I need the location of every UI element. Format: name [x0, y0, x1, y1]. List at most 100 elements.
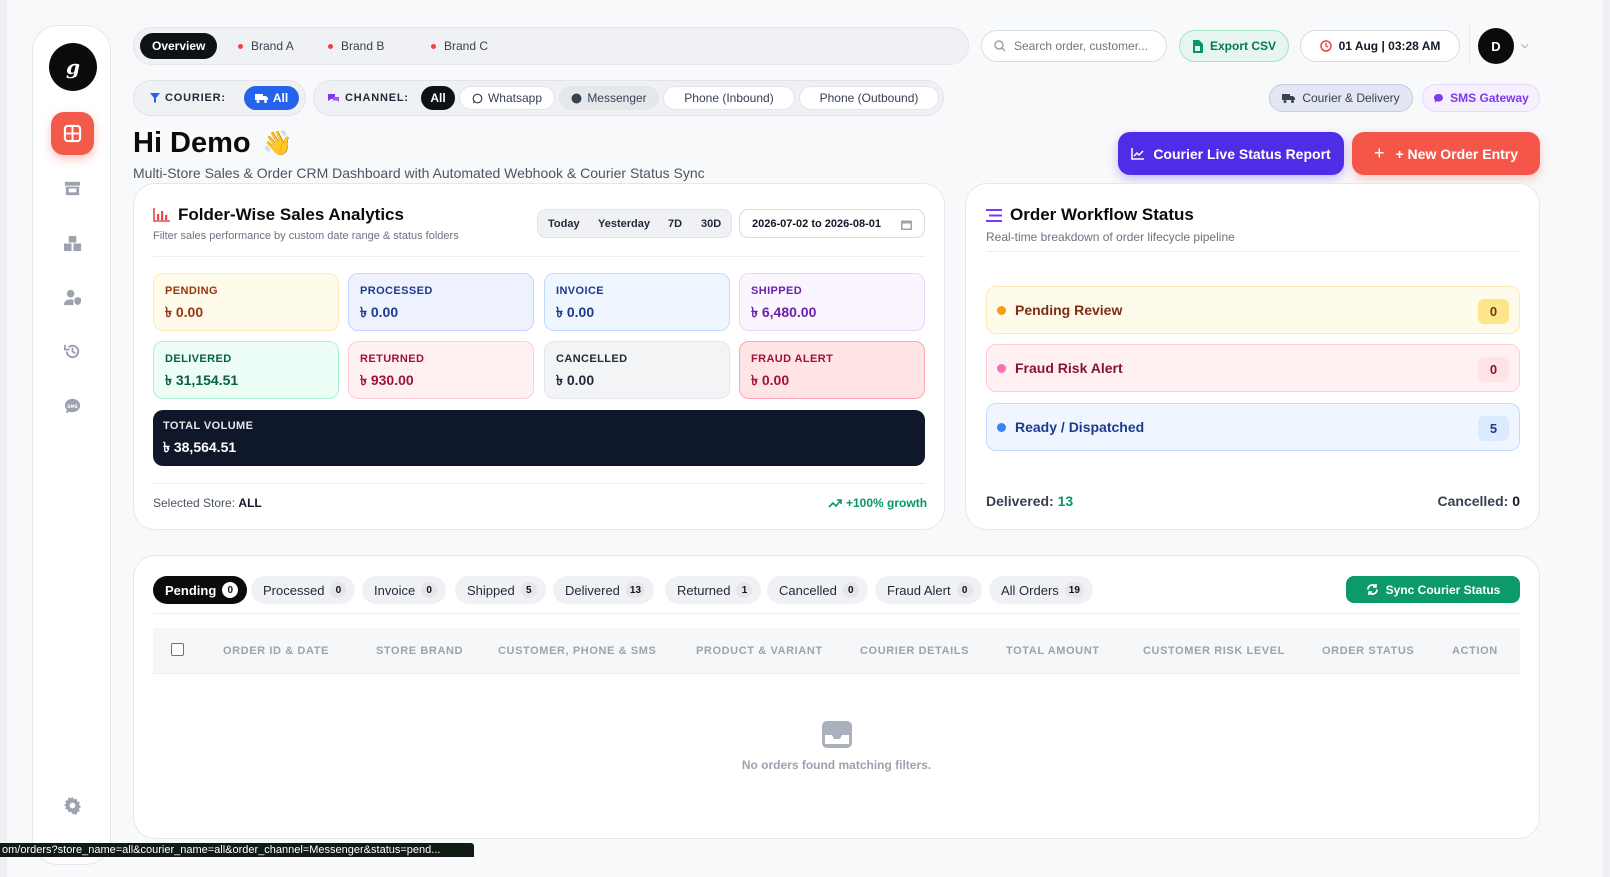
- range-30d[interactable]: 30D: [701, 218, 721, 230]
- stat-label: INVOICE: [556, 285, 605, 297]
- nav-inventory[interactable]: [51, 222, 94, 265]
- tab-brand-c-label: Brand C: [444, 39, 489, 53]
- col-store-brand[interactable]: STORE BRAND: [376, 645, 463, 657]
- courier-all-chip[interactable]: All: [244, 86, 299, 110]
- sync-courier-status-button[interactable]: Sync Courier Status: [1346, 576, 1520, 603]
- stat-fraud-alert[interactable]: FRAUD ALERT ৳ 0.00: [739, 341, 925, 399]
- nav-history[interactable]: [51, 330, 94, 373]
- refresh-icon: [1366, 584, 1378, 595]
- stat-cancelled[interactable]: CANCELLED ৳ 0.00: [544, 341, 730, 399]
- tab-label: Invoice: [374, 582, 416, 598]
- range-yesterday[interactable]: Yesterday: [598, 218, 650, 230]
- line-chart-icon: [1131, 147, 1145, 160]
- stat-pending[interactable]: PENDING ৳ 0.00: [153, 273, 339, 331]
- stat-delivered[interactable]: DELIVERED ৳ 31,154.51: [153, 341, 339, 399]
- search-input[interactable]: [1014, 39, 1154, 53]
- workflow-row-ready-dispatched[interactable]: Ready / Dispatched 5: [986, 403, 1520, 451]
- courier-filter: COURIER: All: [133, 80, 306, 116]
- stat-invoice[interactable]: INVOICE ৳ 0.00: [544, 273, 730, 331]
- sidebar: g SMS: [32, 25, 111, 865]
- selected-store-label: Selected Store:: [153, 496, 236, 510]
- channel-phone-outbound-chip[interactable]: Phone (Outbound): [799, 86, 939, 110]
- export-csv-button[interactable]: Export CSV: [1179, 30, 1289, 62]
- nav-dashboard[interactable]: [51, 112, 94, 155]
- nav-settings[interactable]: [51, 784, 94, 827]
- tab-label: Pending: [165, 582, 217, 598]
- col-action[interactable]: ACTION: [1452, 645, 1498, 657]
- tab-count-badge: 0: [222, 582, 239, 598]
- date-range-picker[interactable]: 2026-07-02 to 2026-08-01: [739, 209, 925, 238]
- channel-messenger-chip[interactable]: Messenger: [559, 86, 659, 110]
- tab-overview[interactable]: Overview: [140, 33, 218, 59]
- sms-gateway-button[interactable]: SMS Gateway: [1422, 84, 1540, 112]
- chat-bubbles-icon: [328, 93, 339, 102]
- tab-pending[interactable]: Pending 0: [153, 576, 248, 604]
- stat-returned[interactable]: RETURNED ৳ 930.00: [348, 341, 534, 399]
- messenger-icon: [571, 93, 582, 103]
- nav-sms[interactable]: SMS: [51, 385, 94, 428]
- tab-count-badge: 5: [520, 582, 537, 598]
- tab-invoice[interactable]: Invoice 0: [362, 576, 447, 604]
- page-scrollbar[interactable]: [1603, 0, 1610, 877]
- range-7d[interactable]: 7D: [668, 218, 682, 230]
- svg-text:SMS: SMS: [67, 404, 77, 410]
- status-dot-icon: [997, 305, 1006, 315]
- stat-processed[interactable]: PROCESSED ৳ 0.00: [348, 273, 534, 331]
- datetime-text: 01 Aug | 03:28 AM: [1338, 39, 1441, 53]
- stat-shipped[interactable]: SHIPPED ৳ 6,480.00: [739, 273, 925, 331]
- plus-icon: +: [1373, 143, 1385, 163]
- tab-fraud-alert[interactable]: Fraud Alert 0: [875, 576, 982, 604]
- truck-icon: [254, 94, 268, 103]
- channel-whatsapp-chip[interactable]: Whatsapp: [459, 86, 555, 110]
- tab-processed[interactable]: Processed 0: [251, 576, 356, 604]
- select-all-checkbox[interactable]: [171, 643, 184, 656]
- tab-brand-a[interactable]: Brand A: [226, 33, 306, 59]
- user-avatar[interactable]: D: [1478, 28, 1514, 64]
- order-workflow-title: Order Workflow Status: [986, 205, 1194, 225]
- courier-delivery-button[interactable]: Courier & Delivery: [1269, 84, 1413, 112]
- stat-value: ৳ 0.00: [360, 304, 399, 320]
- brand-logo[interactable]: g: [49, 43, 97, 91]
- sms-chat-icon: [1434, 93, 1444, 102]
- tab-label: Shipped: [467, 582, 515, 598]
- delivered-summary-value: 13: [1057, 493, 1074, 509]
- tab-returned[interactable]: Returned 1: [665, 576, 762, 604]
- tab-label: Fraud Alert: [887, 582, 951, 598]
- stat-value: ৳ 0.00: [556, 304, 595, 320]
- orders-divider: [153, 613, 1520, 614]
- workflow-row-fraud-risk-alert[interactable]: Fraud Risk Alert 0: [986, 344, 1520, 392]
- col-courier-details[interactable]: COURIER DETAILS: [860, 645, 969, 657]
- stat-value: ৳ 0.00: [751, 372, 790, 388]
- courier-live-status-report-label: Courier Live Status Report: [1153, 145, 1331, 162]
- col-total-amount[interactable]: TOTAL AMOUNT: [1006, 645, 1100, 657]
- nav-customers[interactable]: [51, 276, 94, 319]
- nav-stores[interactable]: [51, 167, 94, 210]
- chevron-down-icon[interactable]: ⌵: [1521, 40, 1529, 51]
- cancelled-summary: Cancelled: 0: [1438, 493, 1521, 509]
- tab-brand-b[interactable]: Brand B: [316, 33, 396, 59]
- stat-label: PENDING: [165, 285, 218, 297]
- range-today[interactable]: Today: [548, 218, 580, 230]
- tab-all-orders[interactable]: All Orders 19: [989, 576, 1093, 604]
- col-order-id-date[interactable]: ORDER ID & DATE: [223, 645, 329, 657]
- tab-shipped[interactable]: Shipped 5: [455, 576, 546, 604]
- tab-cancelled[interactable]: Cancelled 0: [767, 576, 868, 604]
- workflow-row-label: Ready / Dispatched: [1015, 419, 1145, 435]
- col-customer-risk-level[interactable]: CUSTOMER RISK LEVEL: [1143, 645, 1285, 657]
- stat-value: ৳ 0.00: [165, 304, 204, 320]
- new-order-entry-button[interactable]: + + New Order Entry: [1352, 132, 1540, 175]
- channel-phone-inbound-chip[interactable]: Phone (Inbound): [663, 86, 795, 110]
- tab-brand-c[interactable]: Brand C: [419, 33, 500, 59]
- brand-dot: [238, 43, 243, 49]
- user-shield-icon: [63, 289, 82, 306]
- total-volume-value: ৳ 38,564.51: [163, 439, 237, 455]
- tab-delivered[interactable]: Delivered 13: [553, 576, 655, 604]
- channel-all-chip[interactable]: All: [421, 86, 455, 110]
- courier-live-status-report-button[interactable]: Courier Live Status Report: [1118, 132, 1344, 175]
- col-order-status[interactable]: ORDER STATUS: [1322, 645, 1414, 657]
- total-volume-label: TOTAL VOLUME: [163, 420, 254, 432]
- col-customer-phone-sms[interactable]: CUSTOMER, PHONE & SMS: [498, 645, 656, 657]
- search-box[interactable]: [981, 30, 1167, 62]
- col-product-variant[interactable]: PRODUCT & VARIANT: [696, 645, 823, 657]
- workflow-row-pending-review[interactable]: Pending Review 0: [986, 286, 1520, 334]
